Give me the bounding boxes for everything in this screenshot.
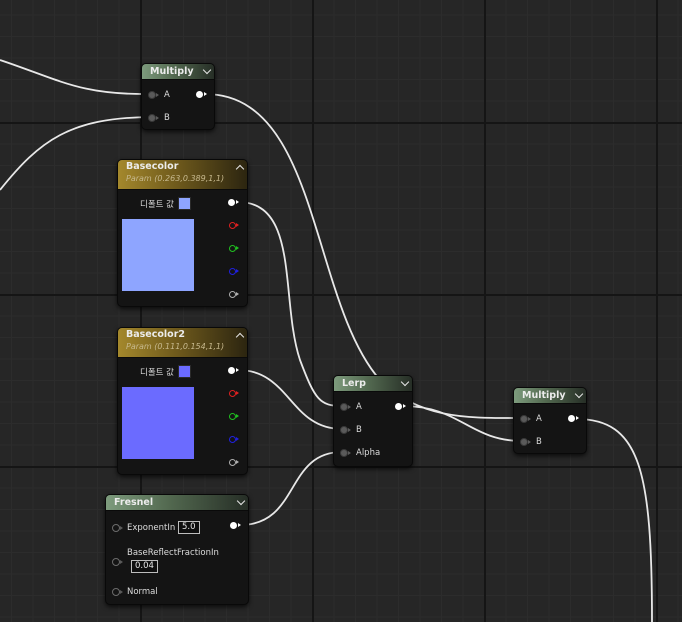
input-pin-a[interactable] [148,91,159,99]
input-pin-b[interactable] [148,114,159,122]
output-pin-a[interactable] [229,291,239,298]
pin-label-normal: Normal [127,587,158,597]
input-pin-normal[interactable] [112,588,123,596]
node-subtitle: Param (0.111,0.154,1,1) [126,342,225,351]
color-preview [122,387,194,459]
output-pin-rgba[interactable] [228,199,239,206]
node-title: Multiply [150,66,194,77]
input-pin-b[interactable] [520,438,531,446]
chevron-up-icon[interactable] [235,164,245,174]
pin-label-base-reflect: BaseReflectFractionIn [127,548,219,558]
pin-label-b: B [536,437,542,447]
connection-wires [0,59,653,622]
multiply-node-2[interactable]: Multiply A B [513,387,587,454]
input-pin-exponent[interactable] [112,524,123,532]
chevron-down-icon[interactable] [236,496,246,506]
base-reflect-input[interactable]: 0.04 [131,560,158,573]
output-pin[interactable] [230,522,241,529]
chevron-down-icon[interactable] [574,389,584,399]
input-pin-a[interactable] [520,415,531,423]
node-title: Basecolor2 [126,329,185,340]
chevron-down-icon[interactable] [400,377,410,387]
color-swatch[interactable] [178,365,191,378]
node-header[interactable]: Multiply [142,64,214,80]
wire-multiply1-to-multiply2-a [204,93,523,419]
lerp-node[interactable]: Lerp A B Alpha [333,375,413,467]
wire-fresnel-to-lerp-alpha [239,451,343,526]
basecolor-param-node[interactable]: Basecolor Param (0.263,0.389,1,1) 디폴트 값 [117,159,248,307]
input-pin-base-reflect[interactable] [112,558,123,566]
output-pin[interactable] [395,403,406,410]
chevron-down-icon[interactable] [202,65,212,75]
wire-offscreen-to-multiply1-a [0,59,151,95]
output-pin[interactable] [568,415,579,422]
pin-label-a: A [536,414,542,424]
output-pin-rgba[interactable] [228,367,239,374]
input-pin-a[interactable] [340,403,351,411]
node-title: Fresnel [114,497,154,508]
node-title: Basecolor [126,161,179,172]
node-header[interactable]: Multiply [514,388,586,404]
pin-label-a: A [164,90,170,100]
output-pin-b[interactable] [229,436,239,443]
fresnel-node[interactable]: Fresnel ExponentIn 5.0 BaseReflectFracti… [105,494,249,605]
input-pin-alpha[interactable] [340,449,351,457]
node-header[interactable]: Basecolor Param (0.263,0.389,1,1) [118,160,247,190]
chevron-up-icon[interactable] [235,332,245,342]
node-title: Lerp [342,378,366,389]
color-swatch[interactable] [178,197,191,210]
output-pin[interactable] [196,91,207,98]
default-value-label: 디폴트 값 [140,200,174,210]
output-pin-a[interactable] [229,459,239,466]
wire-basecolor-to-lerp-a [237,201,343,407]
basecolor2-param-node[interactable]: Basecolor2 Param (0.111,0.154,1,1) 디폴트 값 [117,327,248,475]
pin-label-b: B [356,425,362,435]
node-header[interactable]: Lerp [334,376,412,392]
output-pin-r[interactable] [229,390,239,397]
pin-label-a: A [356,402,362,412]
output-pin-b[interactable] [229,268,239,275]
exponent-input[interactable]: 5.0 [178,521,200,534]
pin-label-b: B [164,113,170,123]
node-header[interactable]: Basecolor2 Param (0.111,0.154,1,1) [118,328,247,358]
pin-label-exponent: ExponentIn [127,523,176,533]
color-preview [122,219,194,291]
input-pin-b[interactable] [340,426,351,434]
node-header[interactable]: Fresnel [106,495,248,511]
wire-basecolor2-to-lerp-b [237,369,343,430]
pin-label-alpha: Alpha [356,448,381,458]
node-subtitle: Param (0.263,0.389,1,1) [126,174,225,183]
output-pin-g[interactable] [229,245,239,252]
default-value-label: 디폴트 값 [140,368,174,378]
output-pin-g[interactable] [229,413,239,420]
node-title: Multiply [522,390,566,401]
wire-lerp-to-multiply2-b [402,405,523,442]
output-pin-r[interactable] [229,222,239,229]
wire-multiply2-to-offscreen [575,418,653,622]
multiply-node-1[interactable]: Multiply A B [141,63,215,130]
